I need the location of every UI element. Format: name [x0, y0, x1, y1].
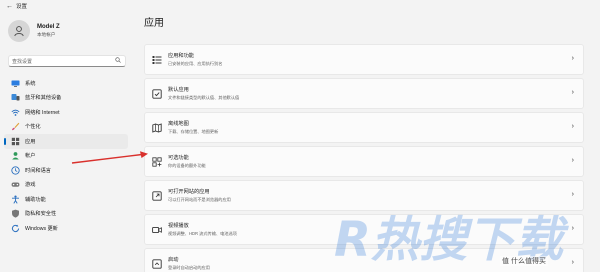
- chevron-right-icon: ›: [571, 123, 574, 130]
- website-apps-icon: [151, 190, 163, 202]
- map-icon: [151, 122, 163, 134]
- window-title: 设置: [16, 4, 28, 10]
- back-button[interactable]: ←: [6, 3, 16, 10]
- person-icon: [11, 151, 20, 160]
- sidebar-item-network[interactable]: 网络和 Internet: [0, 105, 132, 120]
- search-placeholder: 查找设置: [12, 58, 33, 65]
- apps-list-icon: [151, 54, 163, 66]
- profile-name: Model Z: [37, 24, 60, 30]
- chevron-right-icon: ›: [571, 157, 574, 164]
- default-apps-icon: [151, 88, 163, 100]
- card-title: 默认应用: [168, 87, 189, 94]
- accessibility-icon: [11, 195, 20, 204]
- user-icon: [14, 26, 24, 37]
- card-description: 已安装的应用、应用执行别名: [168, 60, 223, 66]
- settings-card-list: 应用和功能 已安装的应用、应用执行别名 › 默认应用 文件和链接类型的默认值、其…: [144, 44, 584, 272]
- shield-icon: [11, 209, 20, 218]
- update-icon: [11, 224, 20, 233]
- user-profile[interactable]: Model Z 本地帐户: [8, 20, 60, 42]
- sidebar-item-apps[interactable]: 应用: [4, 134, 128, 149]
- sidebar-item-personalization[interactable]: 个性化: [0, 120, 132, 135]
- brush-icon: [11, 122, 20, 131]
- chevron-right-icon: ›: [571, 259, 574, 266]
- gamepad-icon: [11, 180, 20, 189]
- sidebar: Model Z 本地帐户 查找设置 系统 蓝牙和其他设备 网络和 Interne…: [0, 12, 132, 272]
- page-title: 应用: [144, 18, 164, 29]
- card-description: 你的设备的额外功能: [168, 162, 206, 168]
- card-title: 可选功能: [168, 155, 189, 162]
- card-description: 登录时自动启动的应用: [168, 264, 210, 270]
- sidebar-item-bluetooth[interactable]: 蓝牙和其他设备: [0, 91, 132, 106]
- card-title: 视频播放: [168, 223, 189, 230]
- watermark-site: 值 什么值得买: [500, 256, 548, 266]
- card-description: 文件和链接类型的默认值、其他默认值: [168, 94, 240, 100]
- optional-features-icon: [151, 156, 163, 168]
- sidebar-item-windows-update[interactable]: Windows 更新: [0, 221, 132, 236]
- card-default-apps[interactable]: 默认应用 文件和链接类型的默认值、其他默认值 ›: [144, 78, 584, 109]
- bluetooth-icon: [11, 93, 20, 102]
- card-apps-for-websites[interactable]: 可打开网站的应用 可以打开网站而不是浏览器的应用 ›: [144, 180, 584, 211]
- sidebar-item-label: 应用: [25, 138, 36, 145]
- annotation-arrow: [71, 151, 148, 164]
- profile-account-type: 本地帐户: [37, 32, 56, 37]
- startup-icon: [151, 258, 163, 270]
- card-description: 视频调整、HDR 流式传输、电池选项: [168, 230, 237, 236]
- title-bar: ← 设置: [0, 0, 600, 12]
- chevron-right-icon: ›: [571, 89, 574, 96]
- sidebar-item-system[interactable]: 系统: [0, 76, 132, 91]
- monitor-icon: [11, 79, 20, 88]
- sidebar-item-label: 辅助功能: [25, 196, 46, 203]
- sidebar-item-label: 系统: [25, 80, 36, 87]
- wifi-icon: [11, 108, 20, 117]
- card-title: 离线地图: [168, 121, 189, 128]
- card-video-playback[interactable]: 视频播放 视频调整、HDR 流式传输、电池选项 ›: [144, 214, 584, 245]
- sidebar-item-privacy[interactable]: 隐私和安全性: [0, 207, 132, 222]
- card-apps-features[interactable]: 应用和功能 已安装的应用、应用执行别名 ›: [144, 44, 584, 75]
- clock-globe-icon: [11, 166, 20, 175]
- apps-icon: [11, 137, 20, 146]
- search-input[interactable]: 查找设置: [8, 55, 126, 67]
- sidebar-item-accessibility[interactable]: 辅助功能: [0, 192, 132, 207]
- video-icon: [151, 224, 163, 236]
- sidebar-item-label: 个性化: [25, 124, 41, 131]
- card-optional-features[interactable]: 可选功能 你的设备的额外功能 ›: [144, 146, 584, 177]
- sidebar-item-label: 蓝牙和其他设备: [25, 95, 62, 102]
- chevron-right-icon: ›: [571, 225, 574, 232]
- sidebar-item-label: 游戏: [25, 182, 36, 189]
- sidebar-item-label: 时间和语言: [25, 167, 51, 174]
- card-description: 可以打开网站而不是浏览器的应用: [168, 196, 231, 202]
- sidebar-item-label: 帐户: [25, 153, 36, 160]
- sidebar-item-label: 隐私和安全性: [25, 211, 57, 218]
- sidebar-item-gaming[interactable]: 游戏: [0, 178, 132, 193]
- card-title: 可打开网站的应用: [168, 189, 210, 196]
- card-offline-maps[interactable]: 离线地图 下载、存储位置、地图更新 ›: [144, 112, 584, 143]
- chevron-right-icon: ›: [571, 191, 574, 198]
- card-description: 下载、存储位置、地图更新: [168, 128, 219, 134]
- search-icon[interactable]: [115, 57, 121, 65]
- chevron-right-icon: ›: [571, 55, 574, 62]
- card-title: 应用和功能: [168, 53, 194, 60]
- sidebar-item-label: Windows 更新: [25, 225, 58, 232]
- sidebar-item-label: 网络和 Internet: [25, 109, 60, 116]
- card-title: 启动: [168, 257, 179, 264]
- avatar: [8, 20, 30, 42]
